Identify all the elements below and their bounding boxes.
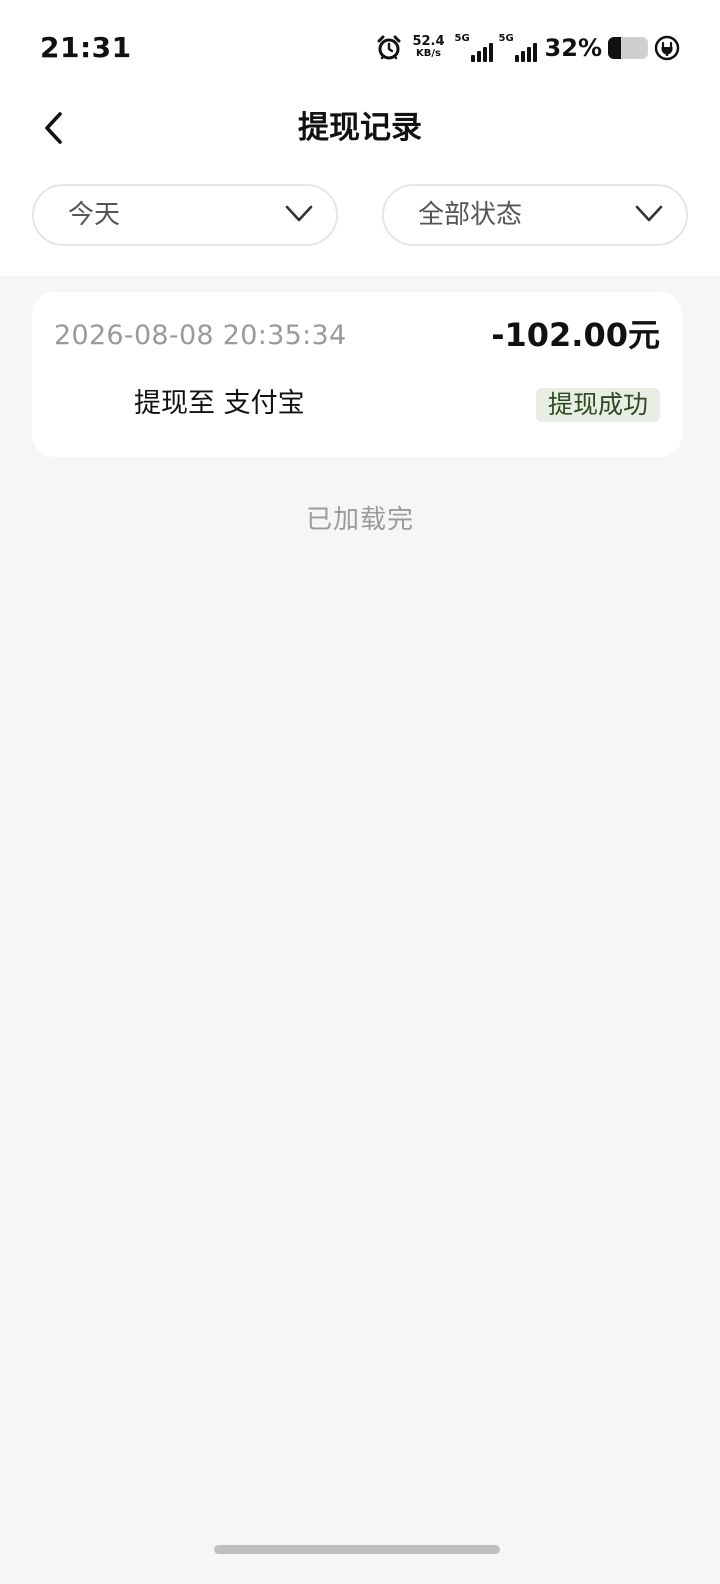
sim2-label: 5G	[498, 33, 514, 44]
header: 提现记录	[0, 96, 720, 162]
date-filter-label: 今天	[68, 200, 121, 230]
home-indicator[interactable]	[214, 1545, 500, 1554]
page-title: 提现记录	[298, 110, 422, 146]
date-filter-dropdown[interactable]: 今天	[32, 184, 338, 246]
status-icons: 52.4 KB/s 5G 5G 32%	[376, 30, 680, 66]
chevron-down-icon	[284, 202, 314, 226]
battery-icon	[608, 37, 648, 59]
record-time: 2026-08-08 20:35:34	[54, 320, 347, 351]
status-time: 21:31	[40, 31, 132, 64]
charging-icon	[654, 35, 680, 61]
sim1-label: 5G	[454, 33, 470, 44]
record-destination: 提现至 支付宝	[134, 388, 305, 419]
status-filter-dropdown[interactable]: 全部状态	[382, 184, 688, 246]
screen: 21:31 52.4 KB/s 5G 5G 32% 提现记录 今天 全部状态 2…	[0, 0, 720, 1584]
net-speed: 52.4 KB/s	[412, 34, 445, 60]
signal-icon: 5G	[499, 32, 537, 64]
battery-percent: 32%	[544, 34, 602, 62]
withdrawal-record[interactable]: 2026-08-08 20:35:34 -102.00元 提现至 支付宝 提现成…	[32, 292, 682, 457]
chevron-down-icon	[634, 202, 664, 226]
filter-bar: 今天 全部状态	[32, 184, 688, 248]
top-panel: 21:31 52.4 KB/s 5G 5G 32% 提现记录 今天 全部状态	[0, 0, 720, 276]
status-bar: 21:31 52.4 KB/s 5G 5G 32%	[0, 0, 720, 96]
status-filter-label: 全部状态	[418, 200, 523, 230]
load-complete-text: 已加载完	[305, 505, 414, 535]
net-speed-unit: KB/s	[416, 48, 441, 59]
signal-icon: 5G	[455, 32, 493, 64]
status-badge: 提现成功	[535, 388, 660, 422]
alarm-icon	[376, 35, 402, 61]
record-amount: -102.00元	[491, 316, 660, 354]
net-speed-value: 52.4	[412, 34, 445, 49]
